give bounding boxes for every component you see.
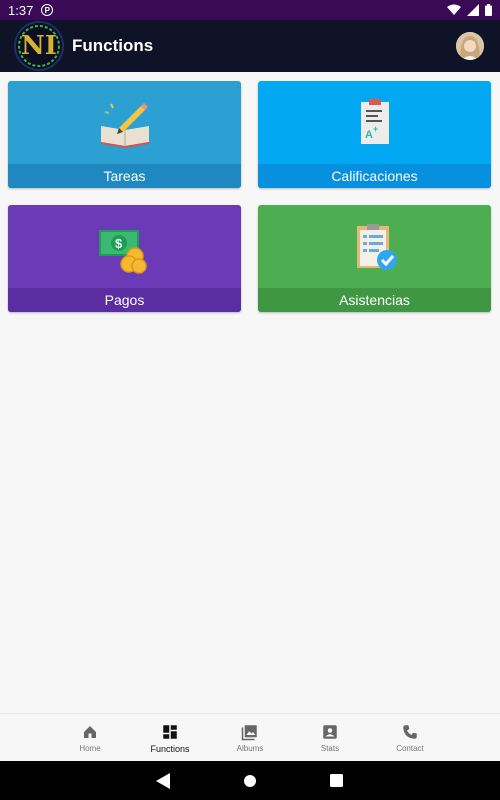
phone-icon xyxy=(403,725,417,739)
home-icon xyxy=(84,726,96,738)
card-label: Asistencias xyxy=(258,288,491,312)
nav-stats[interactable]: Stats xyxy=(290,714,370,762)
status-time: 1:37 xyxy=(8,2,34,18)
nav-home[interactable]: Home xyxy=(50,714,130,762)
money-coins-icon: $ xyxy=(98,230,147,274)
svg-text:A: A xyxy=(365,129,373,141)
photo-album-icon xyxy=(241,725,257,741)
system-navigation-bar xyxy=(0,761,500,800)
status-right xyxy=(447,4,492,16)
user-avatar[interactable] xyxy=(456,32,484,60)
checklist-icon xyxy=(356,224,397,270)
avatar-icon xyxy=(456,32,484,60)
nav-contact[interactable]: Contact xyxy=(370,714,450,762)
book-pencil-icon xyxy=(100,103,149,148)
nav-label: Stats xyxy=(320,744,340,753)
back-button[interactable] xyxy=(153,771,173,791)
status-left: 1:37 P xyxy=(8,2,54,18)
card-calificaciones[interactable]: A + Calificaciones xyxy=(258,81,491,188)
recents-button[interactable] xyxy=(327,771,347,791)
app-logo[interactable]: NI xyxy=(14,21,64,71)
functions-grid: Tareas A + Calificaciones $ Pagos Asiste… xyxy=(8,81,493,312)
card-label: Pagos xyxy=(8,288,241,312)
card-asistencias[interactable]: Asistencias xyxy=(258,205,491,312)
nav-albums[interactable]: Albums xyxy=(210,714,290,762)
status-bar: 1:37 P xyxy=(0,0,500,20)
card-pagos[interactable]: $ Pagos xyxy=(8,205,241,312)
card-label: Calificaciones xyxy=(258,164,491,188)
recents-square-icon xyxy=(330,774,344,787)
person-card-icon xyxy=(323,725,337,739)
nav-label: Functions xyxy=(150,743,190,754)
logo-ring-icon xyxy=(18,25,60,67)
home-circle-icon xyxy=(243,774,256,787)
home-button[interactable] xyxy=(240,771,260,791)
wifi-icon xyxy=(447,4,461,15)
back-triangle-icon xyxy=(156,772,171,789)
battery-icon xyxy=(485,4,492,16)
bottom-navigation: Home Functions Albums Stats Contact xyxy=(0,713,500,762)
app-bar: NI Functions xyxy=(0,20,500,72)
card-tareas[interactable]: Tareas xyxy=(8,81,241,188)
nav-label: Contact xyxy=(396,744,424,753)
svg-text:$: $ xyxy=(115,236,123,251)
svg-text:+: + xyxy=(373,124,378,134)
app-notification-icon: P xyxy=(41,4,54,16)
dashboard-icon xyxy=(163,724,177,739)
nav-functions[interactable]: Functions xyxy=(130,714,210,762)
signal-icon xyxy=(467,4,479,16)
graded-paper-icon: A + xyxy=(360,99,389,144)
nav-label: Albums xyxy=(236,744,264,753)
nav-label: Home xyxy=(79,744,101,753)
card-label: Tareas xyxy=(8,164,241,188)
page-title: Functions xyxy=(72,36,154,55)
